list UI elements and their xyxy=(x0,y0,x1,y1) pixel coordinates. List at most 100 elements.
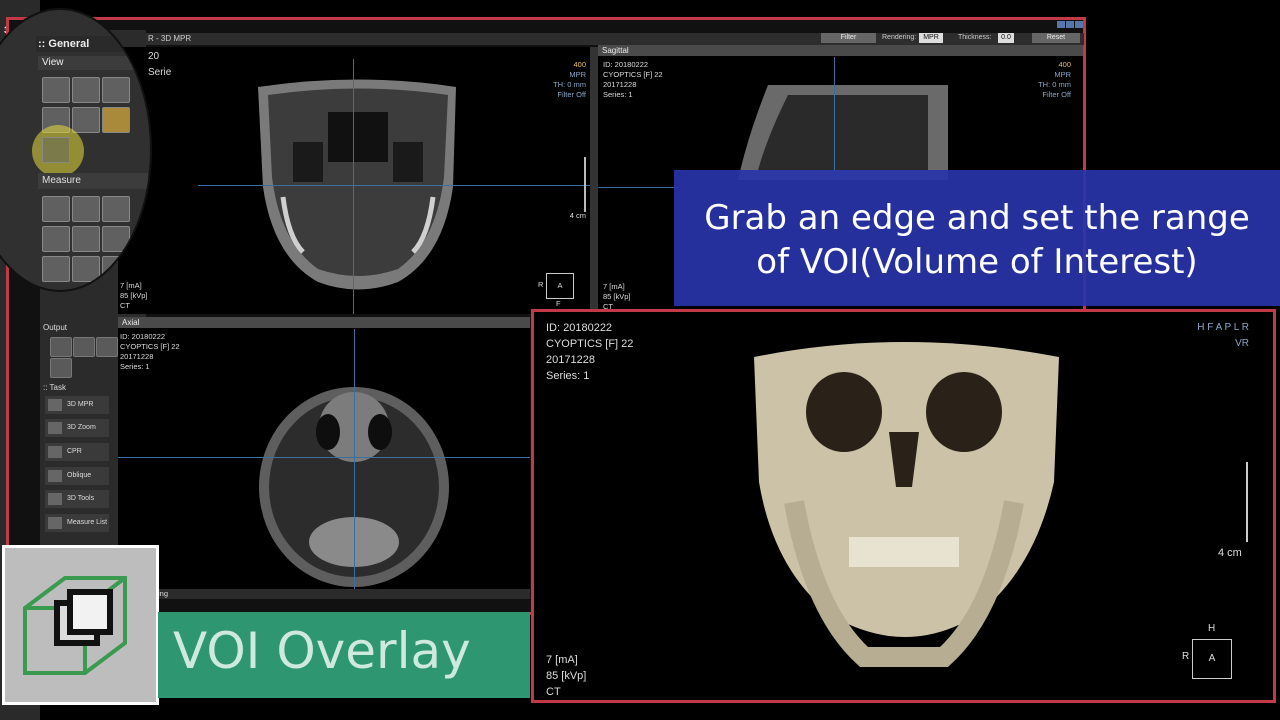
rotate-icon[interactable] xyxy=(72,77,100,103)
info-line: MPR xyxy=(569,70,586,79)
save-icon[interactable] xyxy=(73,337,95,357)
angle-icon[interactable] xyxy=(102,196,130,222)
coronal-viewport[interactable]: 20 Serie 400 MPR TH: 0 mm Filter Off 7 [… xyxy=(118,47,590,314)
orientation-left: R xyxy=(1182,651,1190,662)
status-text: ing xyxy=(158,589,169,598)
task-3d-zoom[interactable]: 3D Zoom xyxy=(45,419,109,437)
arrow-icon[interactable] xyxy=(102,226,130,252)
mpr-icon xyxy=(48,399,62,411)
view-label: View xyxy=(42,57,64,68)
info-line: Filter Off xyxy=(557,90,586,99)
coronal-ct-image xyxy=(258,79,456,290)
crosshair-vertical[interactable] xyxy=(353,59,354,314)
crosshair-horizontal[interactable] xyxy=(198,185,590,186)
pan-icon[interactable] xyxy=(42,77,70,103)
info-line: 20171228 xyxy=(603,80,637,89)
window-title: R - 3D MPR xyxy=(148,34,192,43)
info-line: TH: 0 mm xyxy=(553,80,586,89)
voi-overlay-title: VOI Overlay xyxy=(173,622,471,680)
axial-viewport[interactable]: Axial ID: 20180222 CYOPTICS [F] 22 20171… xyxy=(118,317,530,589)
crosshair-vertical[interactable] xyxy=(834,57,835,177)
thickness-label: Thickness: xyxy=(958,34,992,41)
profile-icon[interactable] xyxy=(42,226,70,252)
info-line: CYOPTICS [F] 22 xyxy=(546,338,634,350)
volume-measure-icon[interactable] xyxy=(72,196,100,222)
delete-icon[interactable] xyxy=(102,256,130,282)
info-line: 20 xyxy=(148,51,160,62)
maximize-icon[interactable] xyxy=(1066,21,1074,28)
scale-bar xyxy=(1246,462,1248,542)
info-line: Serie xyxy=(148,67,172,78)
print-icon[interactable] xyxy=(96,337,118,357)
orientation-top: H xyxy=(1208,623,1216,634)
info-line: TH: 0 mm xyxy=(1038,80,1071,89)
orientation-bottom: F xyxy=(556,299,561,308)
coronal-right-info: 400 MPR TH: 0 mm Filter Off xyxy=(553,60,586,100)
region-icon[interactable] xyxy=(72,226,100,252)
info-line: 400 xyxy=(1058,60,1071,69)
axial-left-info: ID: 20180222 CYOPTICS [F] 22 20171228 Se… xyxy=(120,332,180,372)
render-mode: VR xyxy=(1235,338,1249,349)
scale-label: 4 cm xyxy=(1218,547,1242,559)
task-3d-mpr[interactable]: 3D MPR xyxy=(45,396,109,414)
vr-right-info: H F A P L R VR xyxy=(1197,320,1249,352)
info-line: 20171228 xyxy=(546,354,595,366)
crosshair-horizontal[interactable] xyxy=(598,187,678,188)
pointer-icon[interactable] xyxy=(42,256,70,282)
info-line: 7 [mA] xyxy=(603,282,625,291)
coronal-bottom-info: 7 [mA] 85 [kVp] CT xyxy=(120,281,148,311)
info-line: 400 xyxy=(573,60,586,69)
task-cpr[interactable]: CPR xyxy=(45,443,109,461)
info-line: CYOPTICS [F] 22 xyxy=(120,342,180,351)
minimize-icon[interactable] xyxy=(1057,21,1065,28)
coronal-top-info: 20 Serie xyxy=(148,49,171,81)
info-line: 85 [kVp] xyxy=(546,670,587,682)
info-line: Filter Off xyxy=(1042,90,1071,99)
info-line: Series: 1 xyxy=(546,370,590,382)
crosshair-vertical[interactable] xyxy=(354,329,355,589)
info-line: MPR xyxy=(1054,70,1071,79)
voi-overlay-icon xyxy=(23,576,127,675)
vr-left-info: ID: 20180222 CYOPTICS [F] 22 20171228 Se… xyxy=(546,320,633,384)
output-section-title: Output xyxy=(43,323,68,332)
task-3d-tools[interactable]: 3D Tools xyxy=(45,490,109,508)
viewport-splitter[interactable] xyxy=(590,47,598,314)
vr-viewport[interactable]: ID: 20180222 CYOPTICS [F] 22 20171228 Se… xyxy=(531,309,1276,703)
callout-line-2: of VOI(Volume of Interest) xyxy=(756,242,1198,282)
measure-section-title: Measure xyxy=(38,173,148,189)
task-label: 3D MPR xyxy=(67,401,94,408)
orientation-cube[interactable]: A xyxy=(546,273,574,299)
ruler-icon[interactable] xyxy=(42,196,70,222)
info-line: Series: 1 xyxy=(603,90,633,99)
filter-button[interactable]: Filter xyxy=(821,33,876,43)
zoom-icon[interactable] xyxy=(102,77,130,103)
scale-bar xyxy=(584,157,586,212)
info-line: ID: 20180222 xyxy=(120,332,166,341)
reset-button[interactable]: Reset xyxy=(1032,33,1080,43)
task-label: CPR xyxy=(67,448,82,455)
info-line: 85 [kVp] xyxy=(603,292,631,301)
orientation-cube[interactable]: A xyxy=(1192,639,1232,679)
general-label: :: General xyxy=(38,38,90,50)
annotation-icon[interactable] xyxy=(102,107,130,133)
cpr-icon xyxy=(48,446,62,458)
rendering-select[interactable]: MPR xyxy=(919,33,943,43)
general-section-title: :: General xyxy=(36,36,150,52)
cutting-icon[interactable] xyxy=(72,107,100,133)
camera-icon[interactable] xyxy=(50,337,72,357)
tools-icon xyxy=(48,493,62,505)
export-icon[interactable] xyxy=(50,358,72,378)
task-measure-list[interactable]: Measure List xyxy=(45,514,109,532)
crosshair-horizontal[interactable] xyxy=(118,457,530,458)
task-oblique[interactable]: Oblique xyxy=(45,467,109,485)
close-icon[interactable] xyxy=(1075,21,1083,28)
list-icon xyxy=(48,517,62,529)
voi-overlay-icon[interactable] xyxy=(42,137,70,163)
voi-icon-zoom xyxy=(2,545,159,705)
thickness-input[interactable]: 0.0 xyxy=(998,33,1014,43)
orientation-left: R xyxy=(538,280,544,289)
pencil-icon[interactable] xyxy=(72,256,100,282)
info-line: CT xyxy=(546,686,561,698)
orientation-letters: H F A P L R xyxy=(1197,322,1249,333)
task-label: Oblique xyxy=(67,472,92,479)
